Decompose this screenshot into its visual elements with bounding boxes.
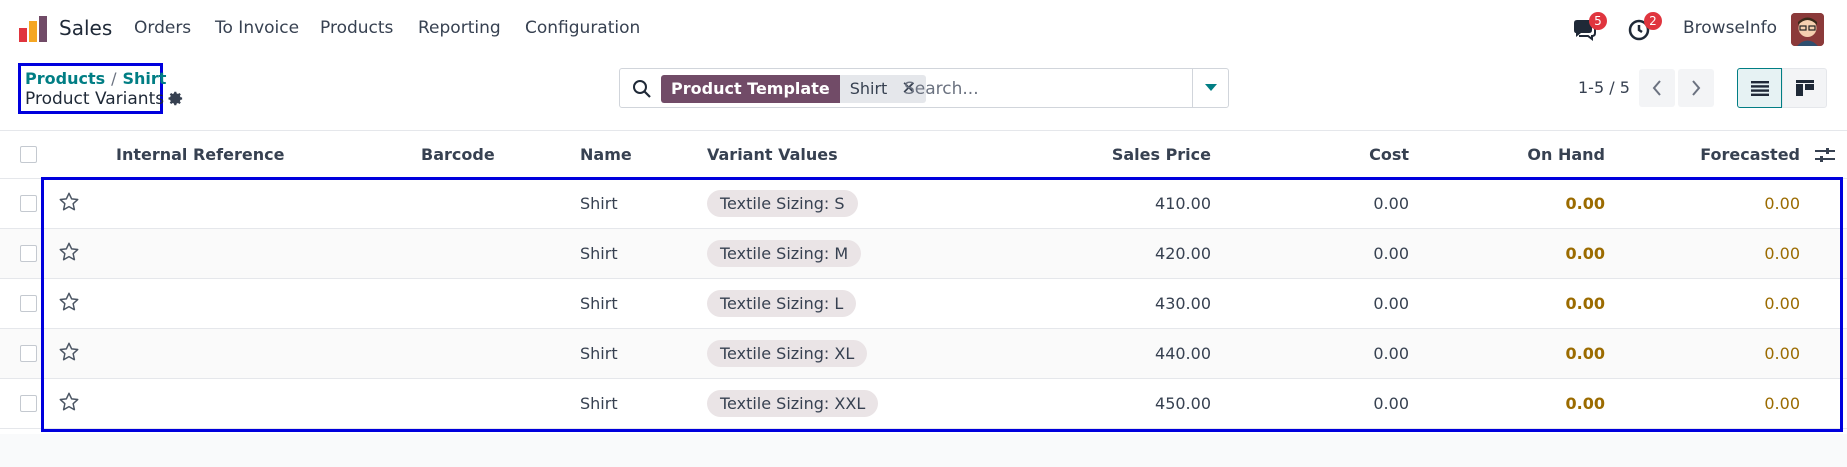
page-title: Product Variants <box>25 89 165 109</box>
row-checkbox[interactable] <box>20 295 37 312</box>
star-icon[interactable] <box>58 241 80 263</box>
kanban-view-icon <box>1795 80 1814 96</box>
cell-name: Shirt <box>580 244 618 263</box>
cell-sales-price: 430.00 <box>1155 294 1211 313</box>
cell-sales-price: 440.00 <box>1155 344 1211 363</box>
column-name[interactable]: Name <box>580 145 632 164</box>
user-avatar-icon <box>1791 13 1824 46</box>
variant-tag: Textile Sizing: L <box>707 290 857 317</box>
cell-name: Shirt <box>580 294 618 313</box>
menu-products[interactable]: Products <box>320 18 393 38</box>
cell-on-hand[interactable]: 0.00 <box>1566 394 1605 413</box>
cell-name: Shirt <box>580 394 618 413</box>
cell-on-hand[interactable]: 0.00 <box>1566 244 1605 263</box>
cell-cost: 0.00 <box>1373 244 1409 263</box>
cell-on-hand[interactable]: 0.00 <box>1566 294 1605 313</box>
cell-forecasted: 0.00 <box>1764 194 1800 213</box>
column-internal-reference[interactable]: Internal Reference <box>116 145 284 164</box>
search-input[interactable] <box>904 75 1174 103</box>
list-view-icon <box>1750 81 1769 96</box>
cell-cost: 0.00 <box>1373 394 1409 413</box>
menu-orders[interactable]: Orders <box>134 18 191 38</box>
table-row[interactable]: Shirt Textile Sizing: S 410.00 0.00 0.00… <box>0 179 1847 229</box>
gear-icon[interactable] <box>167 90 184 107</box>
breadcrumb-products-link[interactable]: Products <box>25 69 105 88</box>
cell-forecasted: 0.00 <box>1764 344 1800 363</box>
cell-on-hand[interactable]: 0.00 <box>1566 194 1605 213</box>
breadcrumb: Products / Shirt Product Variants <box>18 63 166 114</box>
cell-sales-price: 410.00 <box>1155 194 1211 213</box>
breadcrumb-shirt-link[interactable]: Shirt <box>123 69 167 88</box>
pager-next-button[interactable] <box>1678 69 1714 107</box>
cell-cost: 0.00 <box>1373 344 1409 363</box>
list-view-button[interactable] <box>1737 68 1782 108</box>
optional-columns-icon[interactable] <box>1815 146 1835 164</box>
menu-to-invoice[interactable]: To Invoice <box>215 18 299 38</box>
cell-name: Shirt <box>580 194 618 213</box>
activities-badge: 2 <box>1644 12 1662 30</box>
top-navbar: Sales Orders To Invoice Products Reporti… <box>0 0 1847 58</box>
chevron-left-icon <box>1652 80 1661 96</box>
pager-previous-button[interactable] <box>1639 69 1675 107</box>
cell-cost: 0.00 <box>1373 194 1409 213</box>
column-variant-values[interactable]: Variant Values <box>707 145 838 164</box>
search-icon[interactable] <box>632 79 652 99</box>
star-icon[interactable] <box>58 341 80 363</box>
sales-app-logo-icon[interactable] <box>19 16 47 42</box>
company-name[interactable]: BrowseInfo <box>1683 18 1777 38</box>
search-bar: Product Template Shirt ✕ <box>619 68 1229 108</box>
cell-forecasted: 0.00 <box>1764 294 1800 313</box>
app-name[interactable]: Sales <box>59 16 112 40</box>
search-facet: Product Template Shirt ✕ <box>661 75 927 103</box>
cell-forecasted: 0.00 <box>1764 244 1800 263</box>
kanban-view-button[interactable] <box>1782 68 1827 108</box>
cell-on-hand[interactable]: 0.00 <box>1566 344 1605 363</box>
caret-down-icon <box>1204 84 1217 91</box>
cell-cost: 0.00 <box>1373 294 1409 313</box>
variant-tag: Textile Sizing: S <box>707 190 858 217</box>
table-header: Internal Reference Barcode Name Variant … <box>0 130 1847 179</box>
row-checkbox[interactable] <box>20 245 37 262</box>
variant-tag: Textile Sizing: XL <box>707 340 868 367</box>
cell-name: Shirt <box>580 344 618 363</box>
avatar[interactable] <box>1791 13 1824 46</box>
variant-tag: Textile Sizing: XXL <box>707 390 879 417</box>
column-cost[interactable]: Cost <box>1369 145 1409 164</box>
breadcrumb-path: Products / Shirt <box>25 69 166 88</box>
messages-badge: 5 <box>1589 12 1607 30</box>
table-row[interactable]: Shirt Textile Sizing: M 420.00 0.00 0.00… <box>0 229 1847 279</box>
pager-value[interactable]: 1-5 / 5 <box>1578 78 1630 97</box>
menu-configuration[interactable]: Configuration <box>525 18 640 38</box>
breadcrumb-separator: / <box>111 69 117 88</box>
chevron-right-icon <box>1692 80 1701 96</box>
table-row[interactable]: Shirt Textile Sizing: XL 440.00 0.00 0.0… <box>0 329 1847 379</box>
column-sales-price[interactable]: Sales Price <box>1112 145 1211 164</box>
star-icon[interactable] <box>58 391 80 413</box>
variant-tag: Textile Sizing: M <box>707 240 862 267</box>
column-barcode[interactable]: Barcode <box>421 145 495 164</box>
star-icon[interactable] <box>58 191 80 213</box>
star-icon[interactable] <box>58 291 80 313</box>
menu-reporting[interactable]: Reporting <box>418 18 501 38</box>
table-row[interactable]: Shirt Textile Sizing: L 430.00 0.00 0.00… <box>0 279 1847 329</box>
facet-label: Product Template <box>661 75 840 103</box>
cell-forecasted: 0.00 <box>1764 394 1800 413</box>
list-bottom-area <box>0 434 1847 467</box>
row-checkbox[interactable] <box>20 395 37 412</box>
column-on-hand[interactable]: On Hand <box>1527 145 1605 164</box>
row-checkbox[interactable] <box>20 195 37 212</box>
table-row[interactable]: Shirt Textile Sizing: XXL 450.00 0.00 0.… <box>0 379 1847 429</box>
facet-value: Shirt <box>849 79 888 98</box>
select-all-checkbox[interactable] <box>20 146 37 163</box>
row-checkbox[interactable] <box>20 345 37 362</box>
cell-sales-price: 420.00 <box>1155 244 1211 263</box>
search-options-toggle[interactable] <box>1192 69 1228 107</box>
column-forecasted[interactable]: Forecasted <box>1700 145 1800 164</box>
cell-sales-price: 450.00 <box>1155 394 1211 413</box>
